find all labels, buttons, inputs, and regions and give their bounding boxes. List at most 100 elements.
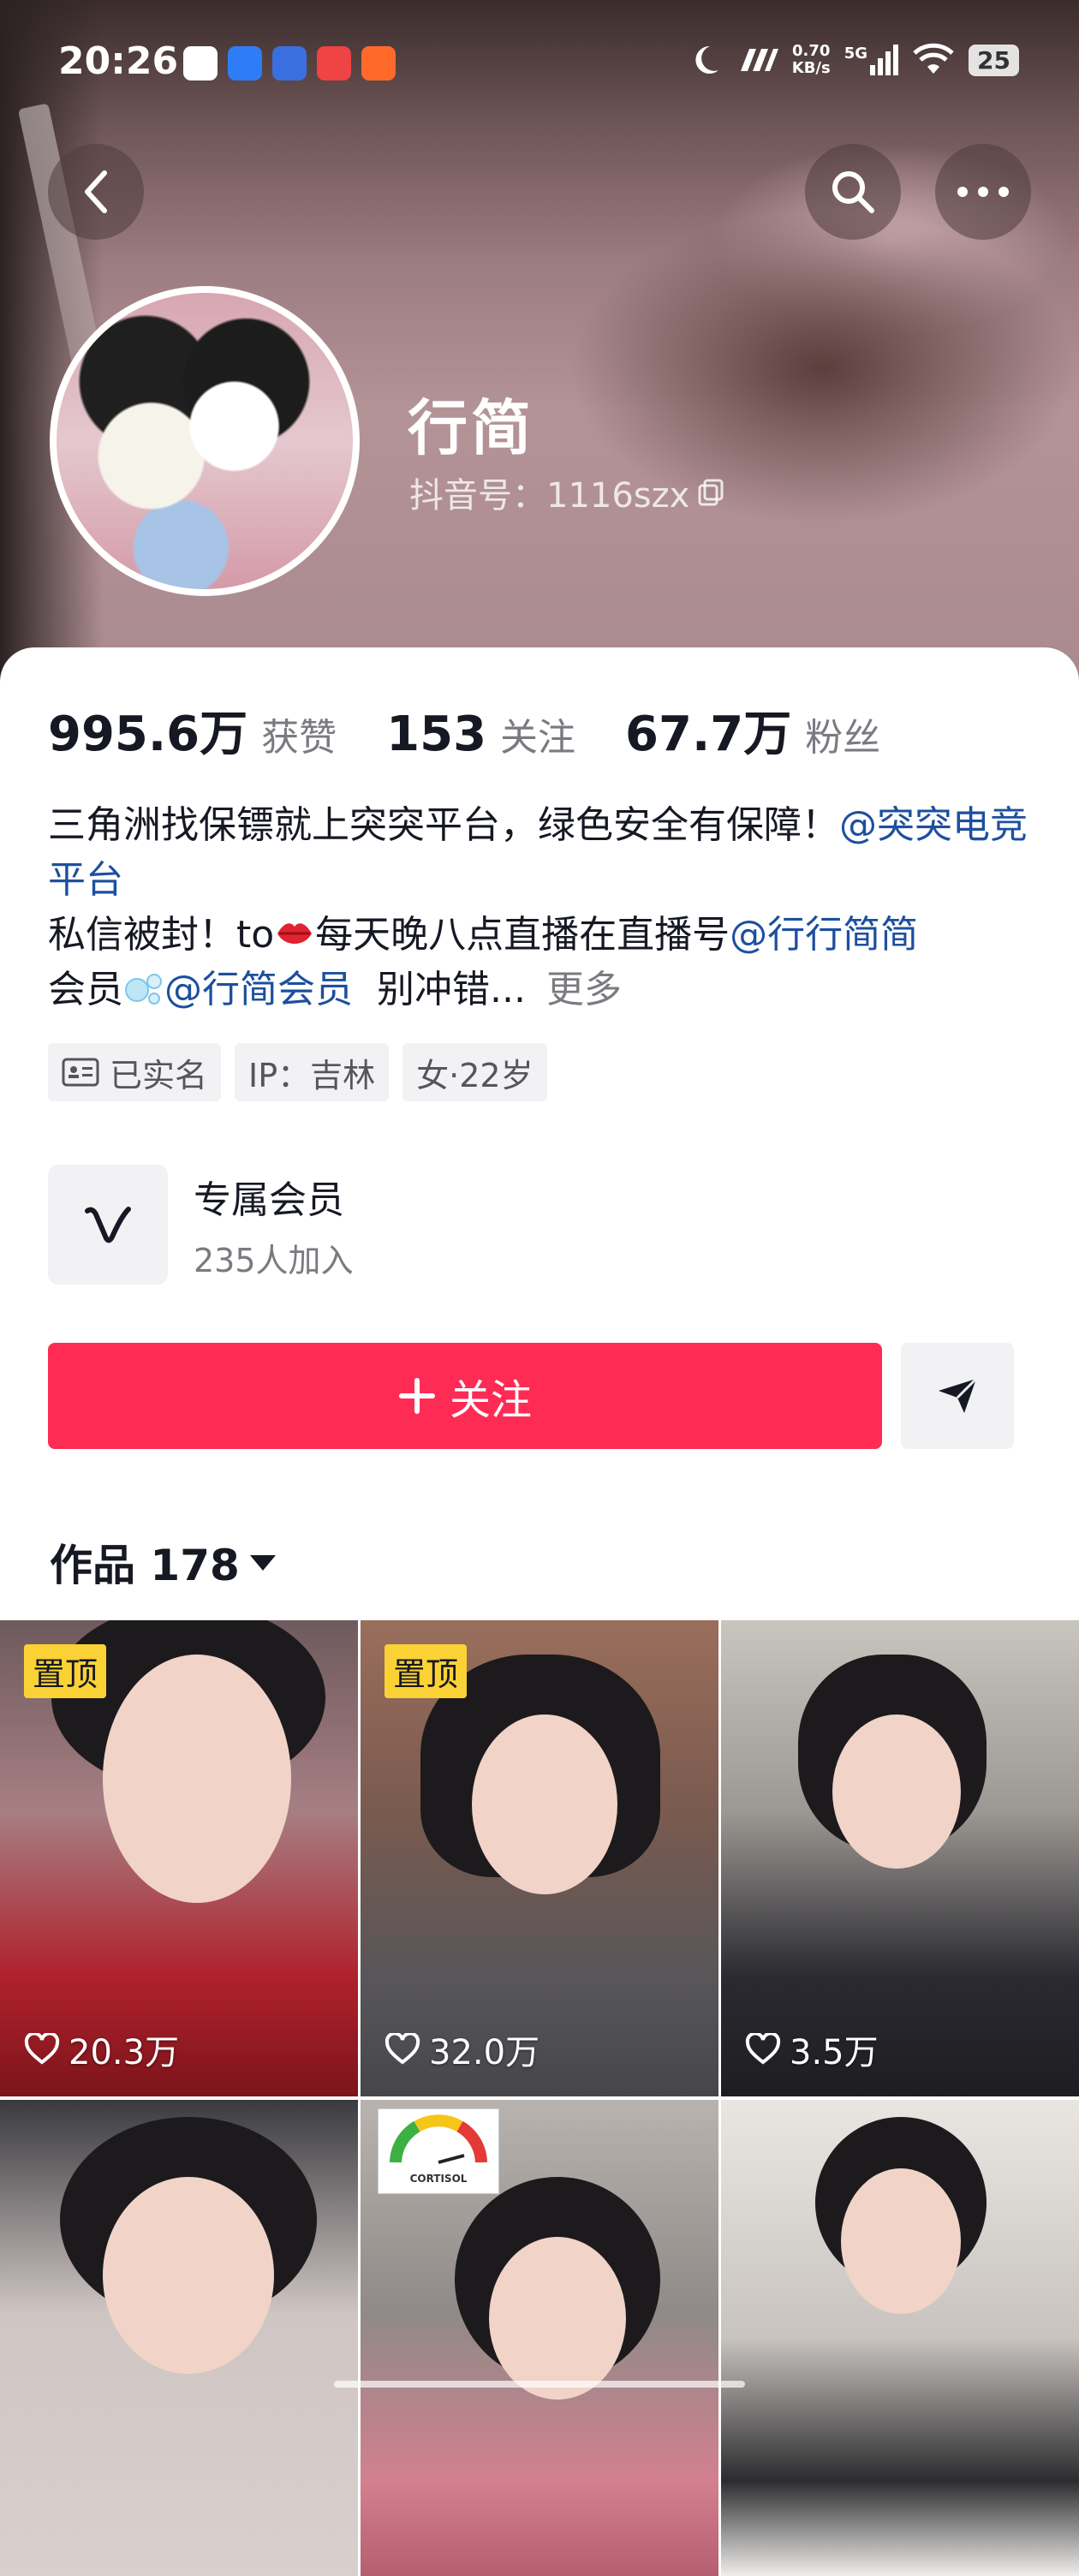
works-tab[interactable]: 作品 178 bbox=[50, 1531, 277, 1593]
home-indicator[interactable] bbox=[334, 2381, 745, 2388]
signal-icon: 5G bbox=[844, 45, 899, 75]
video-app-icon bbox=[317, 46, 351, 80]
pinned-badge: 置顶 bbox=[24, 1644, 107, 1698]
tag-gender-age: 女·22岁 bbox=[402, 1043, 547, 1101]
stat-likes[interactable]: 995.6万 获赞 bbox=[48, 695, 337, 765]
video-likes-count: 3.5万 bbox=[790, 2033, 879, 2072]
profile-stats: 995.6万 获赞 153 关注 67.7万 粉丝 bbox=[48, 695, 930, 765]
video-thumbnail[interactable] bbox=[721, 2100, 1079, 2576]
thumbnail-figure-face bbox=[832, 1714, 961, 1869]
heart-icon bbox=[385, 2033, 420, 2065]
stat-following-value: 153 bbox=[386, 707, 487, 762]
plus-icon bbox=[398, 1378, 435, 1414]
status-bar: 20:26 0.70 KB/s 5G 25 bbox=[0, 0, 1079, 128]
stat-followers-value: 67.7万 bbox=[625, 707, 792, 762]
cortisol-gauge-sticker: CORTISOL bbox=[378, 2108, 499, 2194]
stat-following[interactable]: 153 关注 bbox=[386, 707, 575, 762]
pinned-badge: 置顶 bbox=[385, 1644, 468, 1698]
video-thumbnail[interactable]: 置顶 20.3万 bbox=[0, 1620, 358, 2096]
follow-button[interactable]: 关注 bbox=[48, 1343, 882, 1449]
video-likes: 3.5万 bbox=[745, 2024, 879, 2074]
video-likes-count: 32.0万 bbox=[429, 2033, 540, 2072]
video-thumbnail[interactable]: CORTISOL bbox=[361, 2100, 718, 2576]
moon-icon bbox=[695, 45, 718, 74]
heart-icon bbox=[24, 2033, 60, 2065]
browser-icon bbox=[228, 46, 262, 80]
search-button[interactable] bbox=[805, 144, 901, 240]
membership-text: 专属会员 235人加入 bbox=[194, 1169, 354, 1281]
lips-icon bbox=[277, 923, 313, 944]
network-type: 5G bbox=[844, 45, 868, 63]
bio-more-link[interactable]: 更多 bbox=[546, 968, 622, 1011]
status-right: 0.70 KB/s 5G 25 bbox=[688, 43, 1019, 77]
back-button[interactable] bbox=[48, 144, 144, 240]
membership-entry[interactable]: 专属会员 235人加入 bbox=[48, 1165, 354, 1285]
more-options-button[interactable] bbox=[935, 144, 1031, 240]
bio-line3-text: 会员 bbox=[48, 968, 123, 1011]
video-likes: 32.0万 bbox=[385, 2024, 540, 2074]
tag-gender-age-label: 女·22岁 bbox=[416, 1056, 534, 1094]
video-thumbnail[interactable]: 3.5万 bbox=[721, 1620, 1079, 2096]
thumbnail-figure-face bbox=[489, 2237, 626, 2400]
profile-nickname: 行简 bbox=[408, 393, 534, 463]
video-grid: 置顶 20.3万 置顶 32.0万 3.5万 CORTISOL bbox=[0, 1620, 1079, 2576]
profile-banner: 20:26 0.70 KB/s 5G 25 行简 抖音号：1116szx bbox=[0, 0, 1079, 685]
video-thumbnail[interactable]: 置顶 32.0万 bbox=[361, 1620, 718, 2096]
tag-ip-label: IP：吉林 bbox=[248, 1056, 376, 1094]
thumbnail-figure-face bbox=[103, 2177, 274, 2374]
caret-down-icon bbox=[249, 1555, 276, 1571]
stat-followers-label: 粉丝 bbox=[805, 716, 881, 760]
vpn-icon bbox=[740, 49, 778, 71]
membership-subtitle: 235人加入 bbox=[194, 1241, 354, 1279]
copy-icon[interactable] bbox=[696, 477, 727, 508]
bubbles-icon bbox=[125, 974, 162, 1005]
membership-v-icon bbox=[85, 1207, 131, 1243]
gauge-icon bbox=[390, 2114, 487, 2164]
bio-line3-tail: 别冲错... bbox=[376, 968, 526, 1011]
network-speed-value: 0.70 bbox=[792, 42, 831, 60]
heart-icon bbox=[745, 2033, 781, 2065]
bio-line2-text-a: 私信被封！to bbox=[48, 913, 275, 957]
stat-likes-label: 获赞 bbox=[261, 716, 337, 760]
wifi-icon bbox=[913, 43, 954, 74]
membership-logo bbox=[48, 1165, 168, 1285]
bio-mention-live[interactable]: @行行简简 bbox=[730, 913, 918, 957]
thumbnail-figure-face bbox=[472, 1714, 617, 1894]
video-likes-count: 20.3万 bbox=[69, 2033, 180, 2072]
qq-icon bbox=[183, 46, 218, 80]
network-speed: 0.70 KB/s bbox=[792, 43, 831, 77]
stat-following-label: 关注 bbox=[500, 716, 576, 760]
status-app-icons bbox=[183, 46, 396, 80]
membership-title: 专属会员 bbox=[194, 1178, 344, 1222]
id-card-icon bbox=[62, 1058, 99, 1087]
thumbnail-figure-face bbox=[841, 2168, 961, 2314]
tag-ip-location: IP：吉林 bbox=[235, 1043, 390, 1101]
bio-mention-member[interactable]: @行简会员 bbox=[164, 968, 353, 1011]
stat-likes-value: 995.6万 bbox=[48, 707, 248, 762]
more-dots-icon bbox=[957, 187, 1009, 197]
bio-line1-text: 三角洲找保镖就上突突平台，绿色安全有保障！ bbox=[48, 803, 839, 847]
profile-avatar[interactable] bbox=[50, 286, 360, 596]
chevron-left-icon bbox=[85, 170, 107, 213]
bio-line2-text-b: 每天晚八点直播在直播号 bbox=[315, 913, 730, 957]
store-app-icon bbox=[361, 46, 396, 80]
profile-tags: 已实名 IP：吉林 女·22岁 bbox=[48, 1043, 547, 1101]
gauge-label: CORTISOL bbox=[409, 2173, 468, 2185]
search-icon bbox=[832, 171, 874, 213]
tieba-icon bbox=[272, 46, 307, 80]
network-speed-unit: KB/s bbox=[791, 59, 831, 77]
status-time: 20:26 bbox=[58, 39, 179, 83]
video-thumbnail[interactable] bbox=[0, 2100, 358, 2576]
douyin-id[interactable]: 抖音号：1116szx bbox=[409, 468, 727, 517]
tag-verified[interactable]: 已实名 bbox=[48, 1043, 222, 1101]
stat-followers[interactable]: 67.7万 粉丝 bbox=[625, 695, 880, 765]
profile-bio: 三角洲找保镖就上突突平台，绿色安全有保障！@突突电竞平台 私信被封！to 每天晚八… bbox=[48, 798, 1033, 1017]
video-likes: 20.3万 bbox=[24, 2024, 179, 2074]
works-header-label: 作品 178 bbox=[50, 1541, 240, 1590]
thumbnail-figure-face bbox=[103, 1655, 291, 1903]
message-button[interactable] bbox=[901, 1343, 1014, 1449]
battery-indicator: 25 bbox=[969, 44, 1019, 76]
tag-verified-label: 已实名 bbox=[110, 1056, 208, 1094]
douyin-id-text: 抖音号：1116szx bbox=[409, 476, 690, 516]
follow-button-label: 关注 bbox=[449, 1376, 532, 1424]
